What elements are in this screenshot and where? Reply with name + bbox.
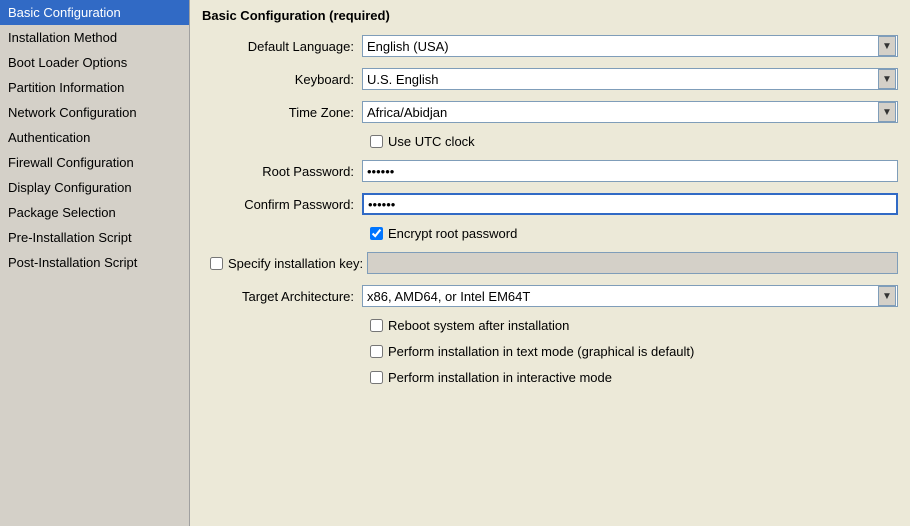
reboot-checkbox[interactable] [370,319,383,332]
default-language-row: Default Language: English (USA) French G… [202,35,898,57]
confirm-password-label: Confirm Password: [202,197,362,212]
interactive-mode-checkbox[interactable] [370,371,383,384]
sidebar-item-pre-installation-script[interactable]: Pre-Installation Script [0,225,189,250]
root-password-row: Root Password: [202,160,898,182]
keyboard-wrapper: U.S. English French German ▼ [362,68,898,90]
target-arch-row: Target Architecture: x86, AMD64, or Inte… [202,285,898,307]
text-mode-row: Perform installation in text mode (graph… [202,344,898,359]
text-mode-checkbox[interactable] [370,345,383,358]
default-language-wrapper: English (USA) French German Spanish ▼ [362,35,898,57]
encrypt-root-row: Encrypt root password [202,226,898,241]
keyboard-select[interactable]: U.S. English French German [362,68,898,90]
sidebar-item-network-configuration[interactable]: Network Configuration [0,100,189,125]
target-arch-select[interactable]: x86, AMD64, or Intel EM64T x86 only AMD6… [362,285,898,307]
encrypt-root-checkbox[interactable] [370,227,383,240]
utc-clock-checkbox[interactable] [370,135,383,148]
install-key-input[interactable] [367,252,898,274]
confirm-password-row: Confirm Password: [202,193,898,215]
main-content: Basic Configuration (required) Default L… [190,0,910,526]
timezone-wrapper: Africa/Abidjan America/New_York Europe/L… [362,101,898,123]
timezone-select[interactable]: Africa/Abidjan America/New_York Europe/L… [362,101,898,123]
target-arch-label: Target Architecture: [202,289,362,304]
default-language-label: Default Language: [202,39,362,54]
install-key-label: Specify installation key: [228,256,363,271]
install-key-row: Specify installation key: [202,252,898,274]
utc-clock-label: Use UTC clock [388,134,475,149]
timezone-row: Time Zone: Africa/Abidjan America/New_Yo… [202,101,898,123]
confirm-password-input[interactable] [362,193,898,215]
text-mode-label: Perform installation in text mode (graph… [388,344,694,359]
sidebar-item-package-selection[interactable]: Package Selection [0,200,189,225]
default-language-select[interactable]: English (USA) French German Spanish [362,35,898,57]
sidebar: Basic Configuration Installation Method … [0,0,190,526]
reboot-label: Reboot system after installation [388,318,569,333]
keyboard-label: Keyboard: [202,72,362,87]
root-password-input[interactable] [362,160,898,182]
timezone-label: Time Zone: [202,105,362,120]
sidebar-item-firewall-configuration[interactable]: Firewall Configuration [0,150,189,175]
utc-clock-row: Use UTC clock [202,134,898,149]
sidebar-item-display-configuration[interactable]: Display Configuration [0,175,189,200]
encrypt-root-label: Encrypt root password [388,226,517,241]
install-key-checkbox[interactable] [210,257,223,270]
sidebar-item-partition-information[interactable]: Partition Information [0,75,189,100]
target-arch-wrapper: x86, AMD64, or Intel EM64T x86 only AMD6… [362,285,898,307]
root-password-label: Root Password: [202,164,362,179]
sidebar-item-post-installation-script[interactable]: Post-Installation Script [0,250,189,275]
sidebar-item-authentication[interactable]: Authentication [0,125,189,150]
reboot-row: Reboot system after installation [202,318,898,333]
interactive-mode-row: Perform installation in interactive mode [202,370,898,385]
keyboard-row: Keyboard: U.S. English French German ▼ [202,68,898,90]
sidebar-item-basic-configuration[interactable]: Basic Configuration [0,0,189,25]
interactive-mode-label: Perform installation in interactive mode [388,370,612,385]
section-title: Basic Configuration (required) [202,8,898,23]
sidebar-item-installation-method[interactable]: Installation Method [0,25,189,50]
sidebar-item-boot-loader-options[interactable]: Boot Loader Options [0,50,189,75]
